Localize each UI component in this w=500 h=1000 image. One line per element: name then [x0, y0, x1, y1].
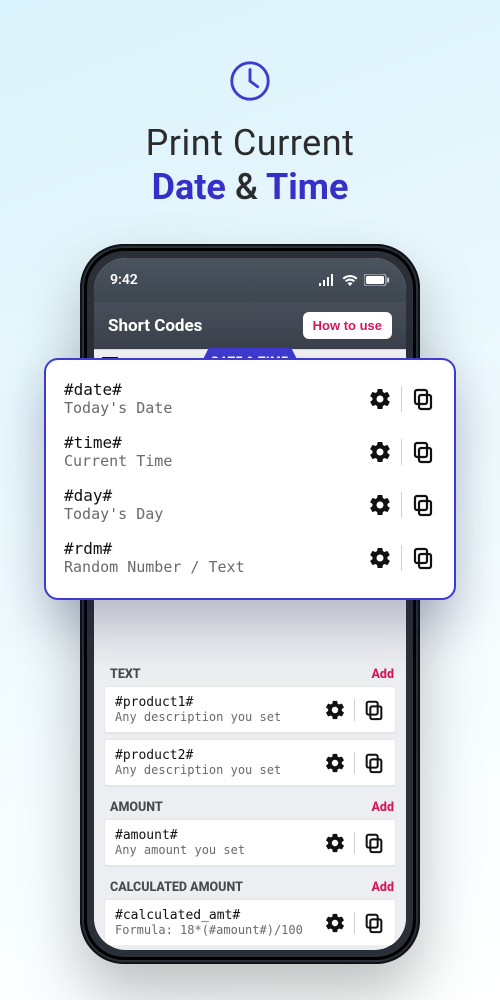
copy-icon[interactable] — [410, 439, 436, 465]
phone-frame: 9:42 Short Codes How to use — [80, 244, 420, 964]
gear-icon[interactable] — [324, 912, 346, 934]
page-title: Short Codes — [108, 316, 202, 336]
hero-ampersand: & — [235, 166, 258, 208]
copy-icon[interactable] — [363, 912, 385, 934]
shortcode: #day# — [64, 486, 357, 505]
copy-icon[interactable] — [363, 752, 385, 774]
section-header-amount: AMOUNT Add — [100, 792, 400, 819]
divider — [401, 439, 402, 465]
list-item[interactable]: #calculated_amt# Formula: 18*(#amount#)/… — [104, 899, 396, 945]
shortcode-desc: Formula: 18*(#amount#)/100 — [115, 923, 314, 937]
section-title: TEXT — [110, 667, 141, 682]
divider — [401, 492, 402, 518]
shortcode: #amount# — [115, 828, 314, 843]
hero-line2: Date & Time — [0, 166, 500, 208]
how-to-use-button[interactable]: How to use — [303, 312, 392, 339]
section-title: AMOUNT — [110, 800, 163, 815]
add-text-button[interactable]: Add — [371, 667, 394, 682]
shortcode: #product1# — [115, 695, 314, 710]
shortcode-desc: Today's Date — [64, 399, 357, 417]
overlay-panel: #date# Today's Date #time# Current Time — [44, 358, 456, 600]
divider — [401, 386, 402, 412]
shortcode-desc: Today's Day — [64, 505, 357, 523]
list-item[interactable]: #day# Today's Day — [48, 478, 452, 531]
gear-icon[interactable] — [324, 832, 346, 854]
copy-icon[interactable] — [410, 386, 436, 412]
shortcode: #product2# — [115, 748, 314, 763]
copy-icon[interactable] — [363, 699, 385, 721]
hero: Print Current Date & Time — [0, 0, 500, 208]
divider — [354, 699, 355, 721]
shortcode: #date# — [64, 380, 357, 399]
gear-icon[interactable] — [324, 699, 346, 721]
shortcode: #rdm# — [64, 539, 357, 558]
list-item[interactable]: #rdm# Random Number / Text — [48, 531, 452, 584]
copy-icon[interactable] — [410, 545, 436, 571]
battery-icon — [364, 274, 390, 286]
gear-icon[interactable] — [367, 492, 393, 518]
add-calc-button[interactable]: Add — [371, 880, 394, 895]
list-item[interactable]: #time# Current Time — [48, 425, 452, 478]
status-bar: 9:42 — [94, 258, 406, 302]
list-item[interactable]: #date# Today's Date — [48, 372, 452, 425]
copy-icon[interactable] — [410, 492, 436, 518]
list-item[interactable]: #product1# Any description you set — [104, 686, 396, 733]
status-time: 9:42 — [110, 272, 138, 288]
list-item[interactable]: #product2# Any description you set — [104, 739, 396, 786]
shortcode-desc: Any description you set — [115, 763, 314, 777]
gear-icon[interactable] — [367, 545, 393, 571]
list-item[interactable]: #amount# Any amount you set — [104, 819, 396, 866]
divider — [354, 912, 355, 934]
shortcode-desc: Any description you set — [115, 710, 314, 724]
copy-icon[interactable] — [363, 832, 385, 854]
add-amount-button[interactable]: Add — [371, 800, 394, 815]
shortcode: #time# — [64, 433, 357, 452]
divider — [401, 545, 402, 571]
cellular-icon — [318, 274, 336, 286]
clock-icon — [227, 58, 273, 104]
gear-icon[interactable] — [367, 386, 393, 412]
shortcode-desc: Random Number / Text — [64, 558, 357, 576]
section-header-calc: CALCULATED AMOUNT Add — [100, 872, 400, 899]
wifi-icon — [342, 274, 358, 286]
divider — [354, 752, 355, 774]
hero-word-date: Date — [152, 166, 226, 208]
divider — [354, 832, 355, 854]
shortcode-desc: Any amount you set — [115, 843, 314, 857]
shortcode-desc: Current Time — [64, 452, 357, 470]
hero-line1: Print Current — [0, 122, 500, 164]
shortcode: #calculated_amt# — [115, 908, 314, 923]
app-bar: Short Codes How to use — [94, 302, 406, 349]
section-header-text: TEXT Add — [100, 659, 400, 686]
gear-icon[interactable] — [367, 439, 393, 465]
gear-icon[interactable] — [324, 752, 346, 774]
section-title: CALCULATED AMOUNT — [110, 880, 243, 895]
hero-word-time: Time — [266, 166, 348, 208]
